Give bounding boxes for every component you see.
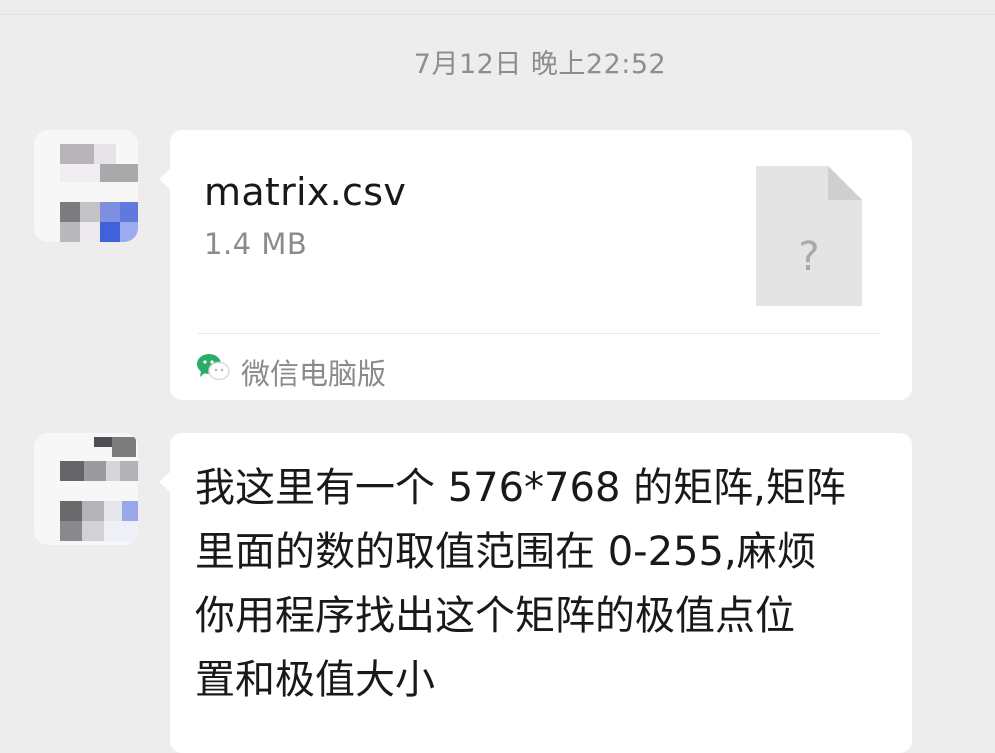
text-message-bubble[interactable]: 我这里有一个 576*768 的矩阵,矩阵 里面的数的取值范围在 0-255,麻…	[159, 433, 912, 753]
message-text: 我这里有一个 576*768 的矩阵,矩阵 里面的数的取值范围在 0-255,麻…	[195, 465, 846, 703]
sender-avatar[interactable]	[34, 130, 138, 242]
wechat-icon	[197, 354, 230, 381]
file-size: 1.4 MB	[204, 227, 308, 261]
bubble-tail	[159, 471, 171, 493]
file-divider	[198, 333, 880, 334]
top-divider	[0, 14, 995, 15]
source-label: 微信电脑版	[241, 357, 387, 391]
sender-avatar[interactable]	[34, 433, 138, 545]
file-icon-glyph: ?	[798, 234, 819, 280]
bubble-tail	[159, 168, 171, 190]
unknown-file-icon: ?	[756, 166, 862, 306]
message-timestamp: 7月12日 晚上22:52	[413, 49, 667, 80]
file-message-bubble[interactable]: matrix.csv 1.4 MB ? 微信电脑版	[159, 130, 912, 400]
file-name: matrix.csv	[204, 170, 407, 214]
